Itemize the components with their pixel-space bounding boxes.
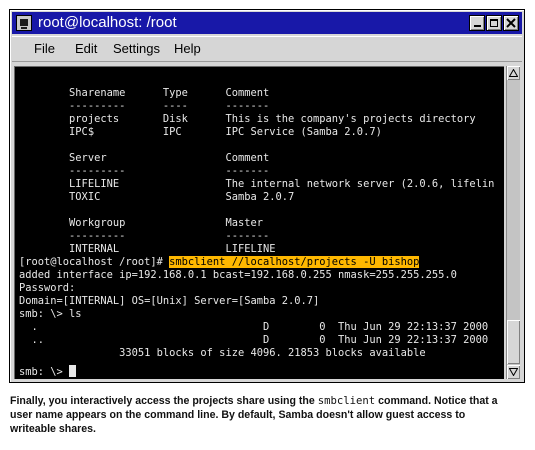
menu-edit[interactable]: Edit (75, 41, 97, 57)
menu-settings[interactable]: Settings (113, 41, 160, 57)
terminal-icon[interactable] (16, 15, 32, 31)
terminal-line: Sharename Type Comment (19, 87, 270, 99)
minimize-button[interactable] (469, 15, 485, 31)
terminal-line: Domain=[INTERNAL] OS=[Unix] Server=[Samb… (19, 295, 320, 307)
scroll-thumb[interactable] (507, 320, 520, 364)
prompt-line: smb: \> (19, 365, 77, 378)
command-line: [root@localhost /root]# smbclient //loca… (19, 256, 420, 269)
terminal-line: --------- ------- (19, 230, 270, 242)
close-icon (506, 18, 516, 28)
menu-help[interactable]: Help (174, 41, 201, 57)
terminal-line: smb: \> ls (19, 308, 82, 320)
figure-caption: Finally, you interactively access the pr… (10, 394, 510, 436)
minimize-icon (473, 25, 481, 27)
terminal-line: projects Disk This is the company's proj… (19, 113, 476, 125)
terminal-line: TOXIC Samba 2.0.7 (19, 191, 295, 203)
caption-code: smbclient (317, 395, 376, 407)
highlighted-command: smbclient //localhost/projects -U bishop (169, 256, 420, 268)
terminal-screen[interactable]: Sharename Type Comment --------- ---- --… (14, 66, 504, 379)
terminal-line: . D 0 Thu Jun 29 22:13:37 2000 (19, 321, 489, 333)
maximize-button[interactable] (486, 15, 502, 31)
text-cursor (69, 365, 77, 377)
window-title: root@localhost: /root (38, 14, 177, 31)
arrow-up-icon (509, 69, 518, 77)
terminal-line: Password: (19, 282, 76, 294)
close-button[interactable] (503, 15, 519, 31)
vertical-scrollbar[interactable] (506, 66, 520, 379)
maximize-icon (490, 19, 498, 27)
terminal-line: IPC$ IPC IPC Service (Samba 2.0.7) (19, 126, 382, 138)
scroll-down-button[interactable] (507, 365, 520, 379)
terminal-line: .. D 0 Thu Jun 29 22:13:37 2000 (19, 334, 489, 346)
menu-file[interactable]: File (34, 41, 55, 57)
smb-prompt: smb: \> (19, 366, 70, 378)
scroll-up-button[interactable] (507, 66, 520, 80)
terminal-line: LIFELINE The internal network server (2.… (19, 178, 495, 190)
command-prompt: [root@localhost /root]# (19, 256, 170, 268)
terminal-line: Server Comment (19, 152, 270, 164)
terminal-line: 33051 blocks of size 4096. 21853 blocks … (19, 347, 426, 359)
terminal-line: Workgroup Master (19, 217, 263, 229)
terminal-window: root@localhost: /root File Edit Settings… (9, 9, 525, 383)
caption-text-1: Finally, you interactively access the pr… (10, 395, 318, 407)
terminal-line: INTERNAL LIFELINE (19, 243, 276, 255)
arrow-down-icon (509, 368, 518, 376)
menu-bar: File Edit Settings Help (12, 36, 522, 62)
terminal-line: added interface ip=192.168.0.1 bcast=192… (19, 269, 457, 281)
terminal-line: --------- ---- ------- (19, 100, 270, 112)
terminal-line: --------- ------- (19, 165, 270, 177)
title-bar[interactable]: root@localhost: /root (12, 12, 522, 34)
